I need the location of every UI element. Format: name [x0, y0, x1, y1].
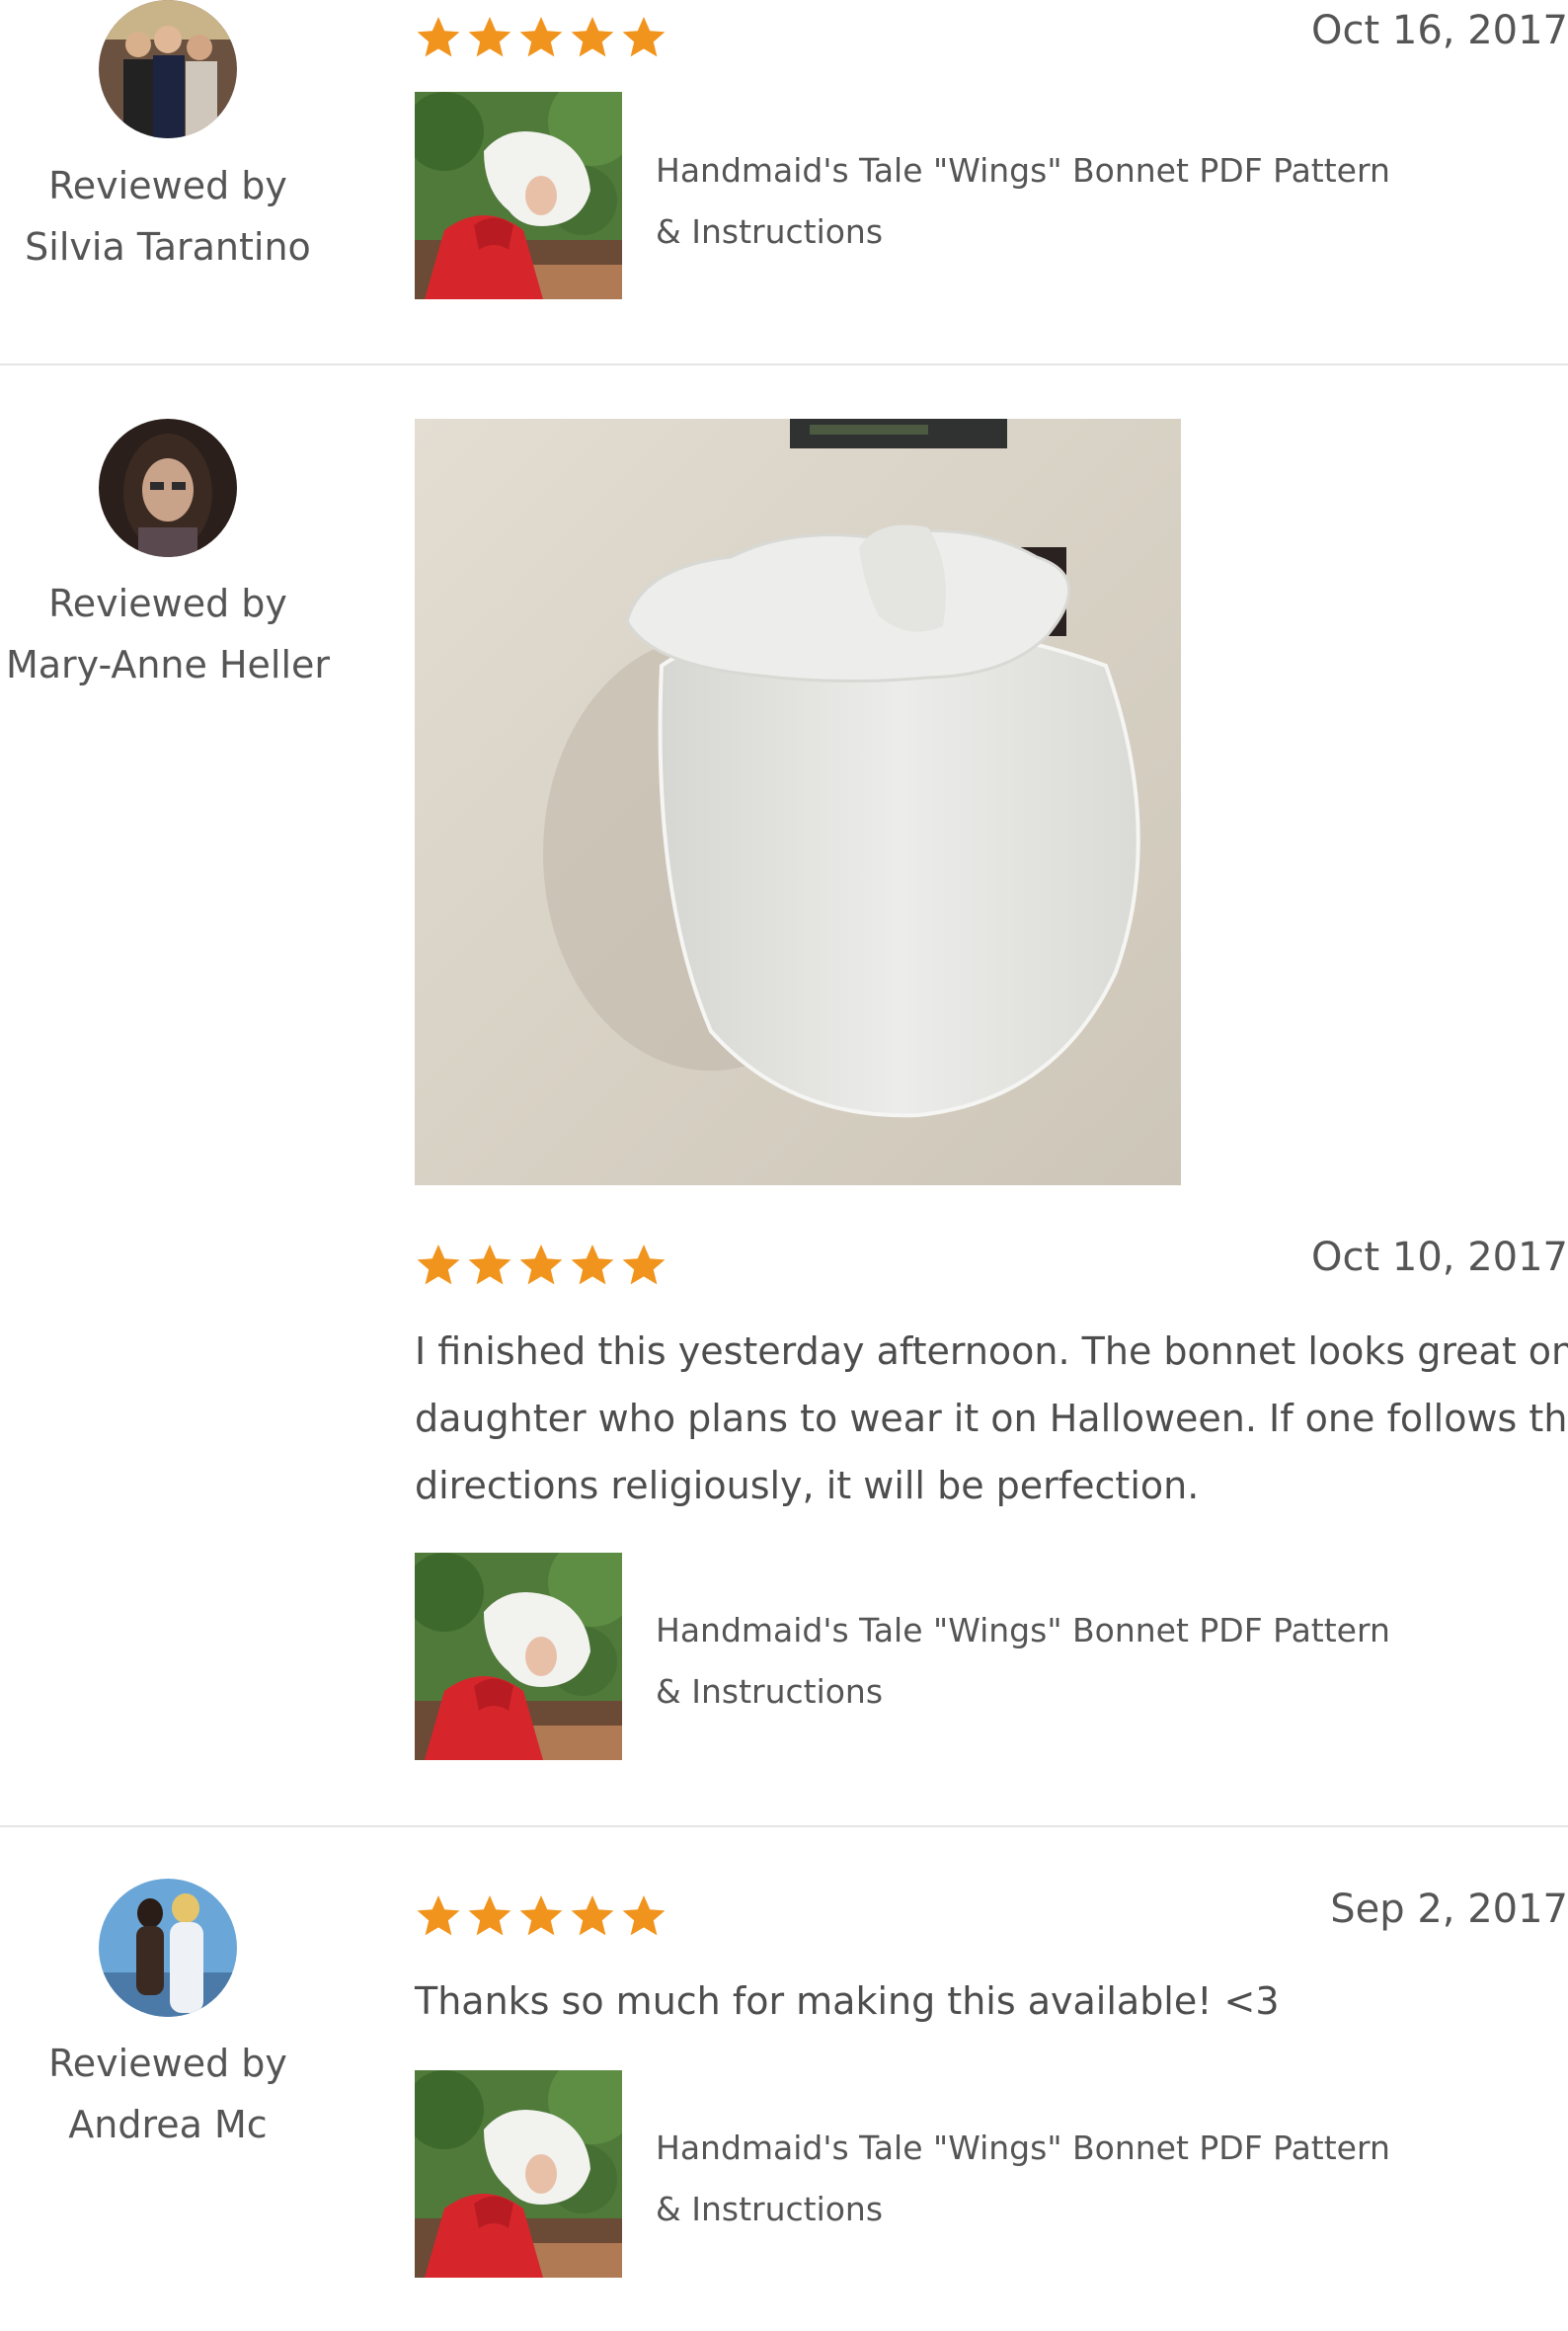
- review-date: Sep 2, 2017: [1330, 1887, 1568, 1932]
- reviewer-caption: Reviewed by Mary-Anne Heller: [0, 573, 336, 695]
- star-icon: [569, 1242, 616, 1289]
- review-divider: [0, 363, 1568, 365]
- reviewed-by-label: Reviewed by: [48, 164, 287, 207]
- star-icon: [517, 1892, 565, 1940]
- reviewer-name[interactable]: Silvia Tarantino: [0, 216, 336, 278]
- star-rating: [415, 1242, 667, 1289]
- star-icon: [517, 1242, 565, 1289]
- star-icon: [569, 1892, 616, 1940]
- review-divider: [0, 1825, 1568, 1827]
- star-icon: [620, 14, 667, 61]
- star-icon: [517, 14, 565, 61]
- product-title-link[interactable]: Handmaid's Tale "Wings" Bonnet PDF Patte…: [656, 2118, 1426, 2240]
- review-date: Oct 16, 2017: [1311, 8, 1568, 53]
- star-rating: [415, 14, 667, 61]
- review-date: Oct 10, 2017: [1311, 1235, 1568, 1280]
- product-title-link[interactable]: Handmaid's Tale "Wings" Bonnet PDF Patte…: [656, 1600, 1426, 1723]
- reviewed-by-label: Reviewed by: [48, 2042, 287, 2085]
- product-thumbnail[interactable]: [415, 92, 622, 299]
- star-icon: [466, 1242, 513, 1289]
- product-thumbnail[interactable]: [415, 2070, 622, 2278]
- star-icon: [466, 14, 513, 61]
- star-icon: [415, 14, 462, 61]
- star-icon: [569, 14, 616, 61]
- product-thumbnail[interactable]: [415, 1553, 622, 1760]
- product-title-link[interactable]: Handmaid's Tale "Wings" Bonnet PDF Patte…: [656, 140, 1426, 263]
- reviewer-avatar[interactable]: [99, 0, 237, 138]
- reviewed-by-label: Reviewed by: [48, 582, 287, 625]
- star-icon: [415, 1892, 462, 1940]
- reviewer-caption: Reviewed by Andrea Mc: [0, 2033, 336, 2155]
- star-icon: [466, 1892, 513, 1940]
- reviewer-name[interactable]: Andrea Mc: [0, 2094, 336, 2155]
- review-text: I finished this yesterday afternoon. The…: [415, 1329, 1568, 1507]
- star-rating: [415, 1892, 667, 1940]
- reviewer-caption: Reviewed by Silvia Tarantino: [0, 155, 336, 278]
- review-text: Thanks so much for making this available…: [415, 1979, 1280, 2023]
- star-icon: [620, 1242, 667, 1289]
- reviewer-avatar[interactable]: [99, 1879, 237, 2017]
- review-photo[interactable]: [415, 419, 1181, 1185]
- star-icon: [415, 1242, 462, 1289]
- reviewer-name[interactable]: Mary-Anne Heller: [0, 634, 336, 695]
- star-icon: [620, 1892, 667, 1940]
- reviewer-avatar[interactable]: [99, 419, 237, 557]
